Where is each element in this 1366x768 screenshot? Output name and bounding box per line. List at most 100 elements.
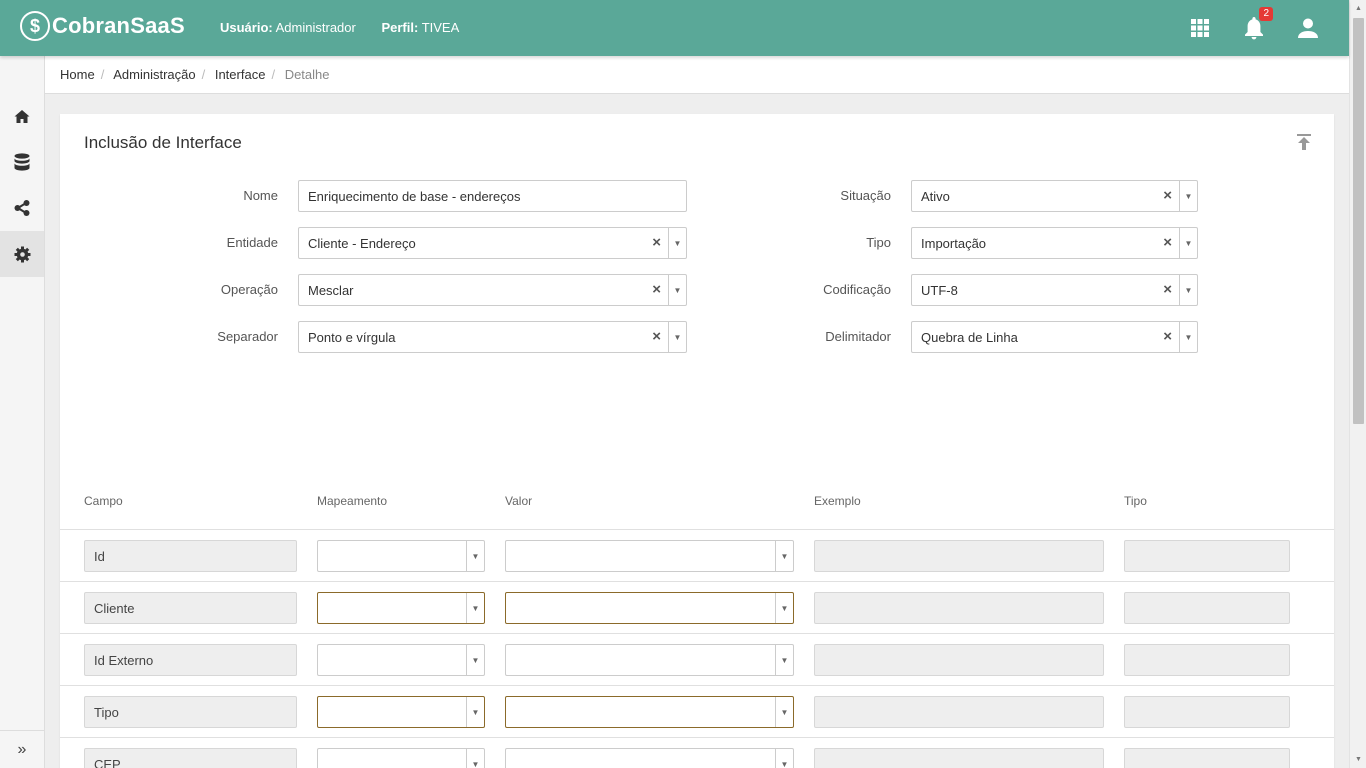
sidebar-item-share[interactable] xyxy=(0,185,44,231)
chevron-down-icon[interactable]: ▼ xyxy=(1179,181,1197,211)
column-header-valor: Valor xyxy=(505,494,533,508)
sidebar-item-settings[interactable] xyxy=(0,231,44,277)
breadcrumb-home[interactable]: Home xyxy=(60,67,95,82)
valor-select[interactable]: ▼ xyxy=(505,540,794,572)
campo-field: Tipo xyxy=(84,696,297,728)
tipo-field xyxy=(1124,540,1290,572)
tipo-label: Tipo xyxy=(866,235,891,250)
operacao-select[interactable]: Mesclar × ▼ xyxy=(298,274,687,306)
clear-icon[interactable]: × xyxy=(1163,234,1172,251)
double-chevron-right-icon: » xyxy=(17,740,27,758)
valor-select[interactable]: ▼ xyxy=(505,696,794,728)
chevron-down-icon[interactable]: ▼ xyxy=(466,593,484,623)
chevron-down-icon[interactable]: ▼ xyxy=(466,749,484,768)
logo-text: CobranSaaS xyxy=(52,13,185,38)
user-menu-button[interactable] xyxy=(1296,16,1320,40)
situacao-label: Situação xyxy=(840,188,891,203)
clear-icon[interactable]: × xyxy=(652,281,661,298)
mapeamento-select[interactable]: ▼ xyxy=(317,540,485,572)
exemplo-field xyxy=(814,748,1104,768)
clear-icon[interactable]: × xyxy=(1163,328,1172,345)
chevron-down-icon[interactable]: ▼ xyxy=(775,645,793,675)
chevron-down-icon[interactable]: ▼ xyxy=(1179,275,1197,305)
database-icon xyxy=(14,153,30,171)
breadcrumb: Home / Administração / Interface / Detalhe xyxy=(45,56,1349,94)
campo-field: Id Externo xyxy=(84,644,297,676)
campo-field: Cliente xyxy=(84,592,297,624)
exemplo-field xyxy=(814,696,1104,728)
entidade-select[interactable]: Cliente - Endereço × ▼ xyxy=(298,227,687,259)
mapeamento-select[interactable]: ▼ xyxy=(317,592,485,624)
delimitador-value: Quebra de Linha xyxy=(921,330,1018,345)
column-header-campo: Campo xyxy=(84,494,123,508)
apps-grid-icon[interactable] xyxy=(1188,16,1212,40)
tipo-field xyxy=(1124,748,1290,768)
campo-field: Id xyxy=(84,540,297,572)
separador-select[interactable]: Ponto e vírgula × ▼ xyxy=(298,321,687,353)
user-info: Usuário: Administrador Perfil: TIVEA xyxy=(220,20,481,35)
chevron-down-icon[interactable]: ▼ xyxy=(668,275,686,305)
separador-value: Ponto e vírgula xyxy=(308,330,396,345)
breadcrumb-interface[interactable]: Interface xyxy=(215,67,266,82)
campo-field: CEP xyxy=(84,748,297,768)
exemplo-field xyxy=(814,592,1104,624)
table-row: Tipo ▼ ▼ xyxy=(60,686,1334,738)
codificacao-select[interactable]: UTF-8 × ▼ xyxy=(911,274,1198,306)
app-logo[interactable]: $ CobranSaaS xyxy=(20,11,185,41)
scroll-thumb[interactable] xyxy=(1353,18,1364,424)
top-bar: $ CobranSaaS Usuário: Administrador Perf… xyxy=(0,0,1349,56)
sidebar: » xyxy=(0,56,45,768)
chevron-down-icon[interactable]: ▼ xyxy=(1179,228,1197,258)
operacao-label: Operação xyxy=(220,282,278,297)
mapeamento-select[interactable]: ▼ xyxy=(317,644,485,676)
mapeamento-select[interactable]: ▼ xyxy=(317,748,485,768)
tipo-select[interactable]: Importação × ▼ xyxy=(911,227,1198,259)
scroll-down-arrow-icon[interactable]: ▼ xyxy=(1350,751,1366,768)
chevron-down-icon[interactable]: ▼ xyxy=(775,749,793,768)
tipo-value: Importação xyxy=(921,236,987,251)
expand-sidebar-button[interactable]: » xyxy=(0,730,44,768)
collapse-to-top-icon xyxy=(1297,134,1311,150)
table-row: Id ▼ ▼ xyxy=(60,530,1334,582)
chevron-down-icon[interactable]: ▼ xyxy=(466,697,484,727)
chevron-down-icon[interactable]: ▼ xyxy=(668,322,686,352)
nome-input[interactable]: Enriquecimento de base - endereços xyxy=(298,180,687,212)
chevron-down-icon[interactable]: ▼ xyxy=(1179,322,1197,352)
clear-icon[interactable]: × xyxy=(1163,281,1172,298)
interface-form-card: Inclusão de Interface Nome Enriqueciment… xyxy=(60,114,1334,768)
logo-mark-icon: $ xyxy=(20,11,50,41)
sidebar-item-home[interactable] xyxy=(0,93,44,139)
nome-label: Nome xyxy=(243,188,278,203)
user-icon xyxy=(1298,18,1318,38)
tipo-field xyxy=(1124,592,1290,624)
chevron-down-icon[interactable]: ▼ xyxy=(668,228,686,258)
scroll-up-arrow-icon[interactable]: ▲ xyxy=(1350,0,1366,17)
profile-label: Perfil: xyxy=(381,20,419,35)
clear-icon[interactable]: × xyxy=(652,328,661,345)
page-scrollbar[interactable]: ▲ ▼ xyxy=(1349,0,1366,768)
chevron-down-icon[interactable]: ▼ xyxy=(775,541,793,571)
chevron-down-icon[interactable]: ▼ xyxy=(775,593,793,623)
chevron-down-icon[interactable]: ▼ xyxy=(466,541,484,571)
user-label: Usuário: xyxy=(220,20,273,35)
chevron-down-icon[interactable]: ▼ xyxy=(466,645,484,675)
codificacao-label: Codificação xyxy=(823,282,891,297)
delimitador-select[interactable]: Quebra de Linha × ▼ xyxy=(911,321,1198,353)
tipo-field xyxy=(1124,644,1290,676)
entidade-label: Entidade xyxy=(226,235,278,250)
sidebar-item-database[interactable] xyxy=(0,139,44,185)
situacao-select[interactable]: Ativo × ▼ xyxy=(911,180,1198,212)
valor-select[interactable]: ▼ xyxy=(505,592,794,624)
collapse-button[interactable] xyxy=(1296,133,1312,151)
chevron-down-icon[interactable]: ▼ xyxy=(775,697,793,727)
table-row: Cliente ▼ ▼ xyxy=(60,582,1334,634)
clear-icon[interactable]: × xyxy=(1163,187,1172,204)
breadcrumb-administracao[interactable]: Administração xyxy=(113,67,195,82)
mapeamento-select[interactable]: ▼ xyxy=(317,696,485,728)
notification-badge: 2 xyxy=(1259,7,1273,21)
user-value: Administrador xyxy=(275,20,356,35)
valor-select[interactable]: ▼ xyxy=(505,644,794,676)
valor-select[interactable]: ▼ xyxy=(505,748,794,768)
clear-icon[interactable]: × xyxy=(652,234,661,251)
notifications-button[interactable]: 2 xyxy=(1242,7,1273,40)
